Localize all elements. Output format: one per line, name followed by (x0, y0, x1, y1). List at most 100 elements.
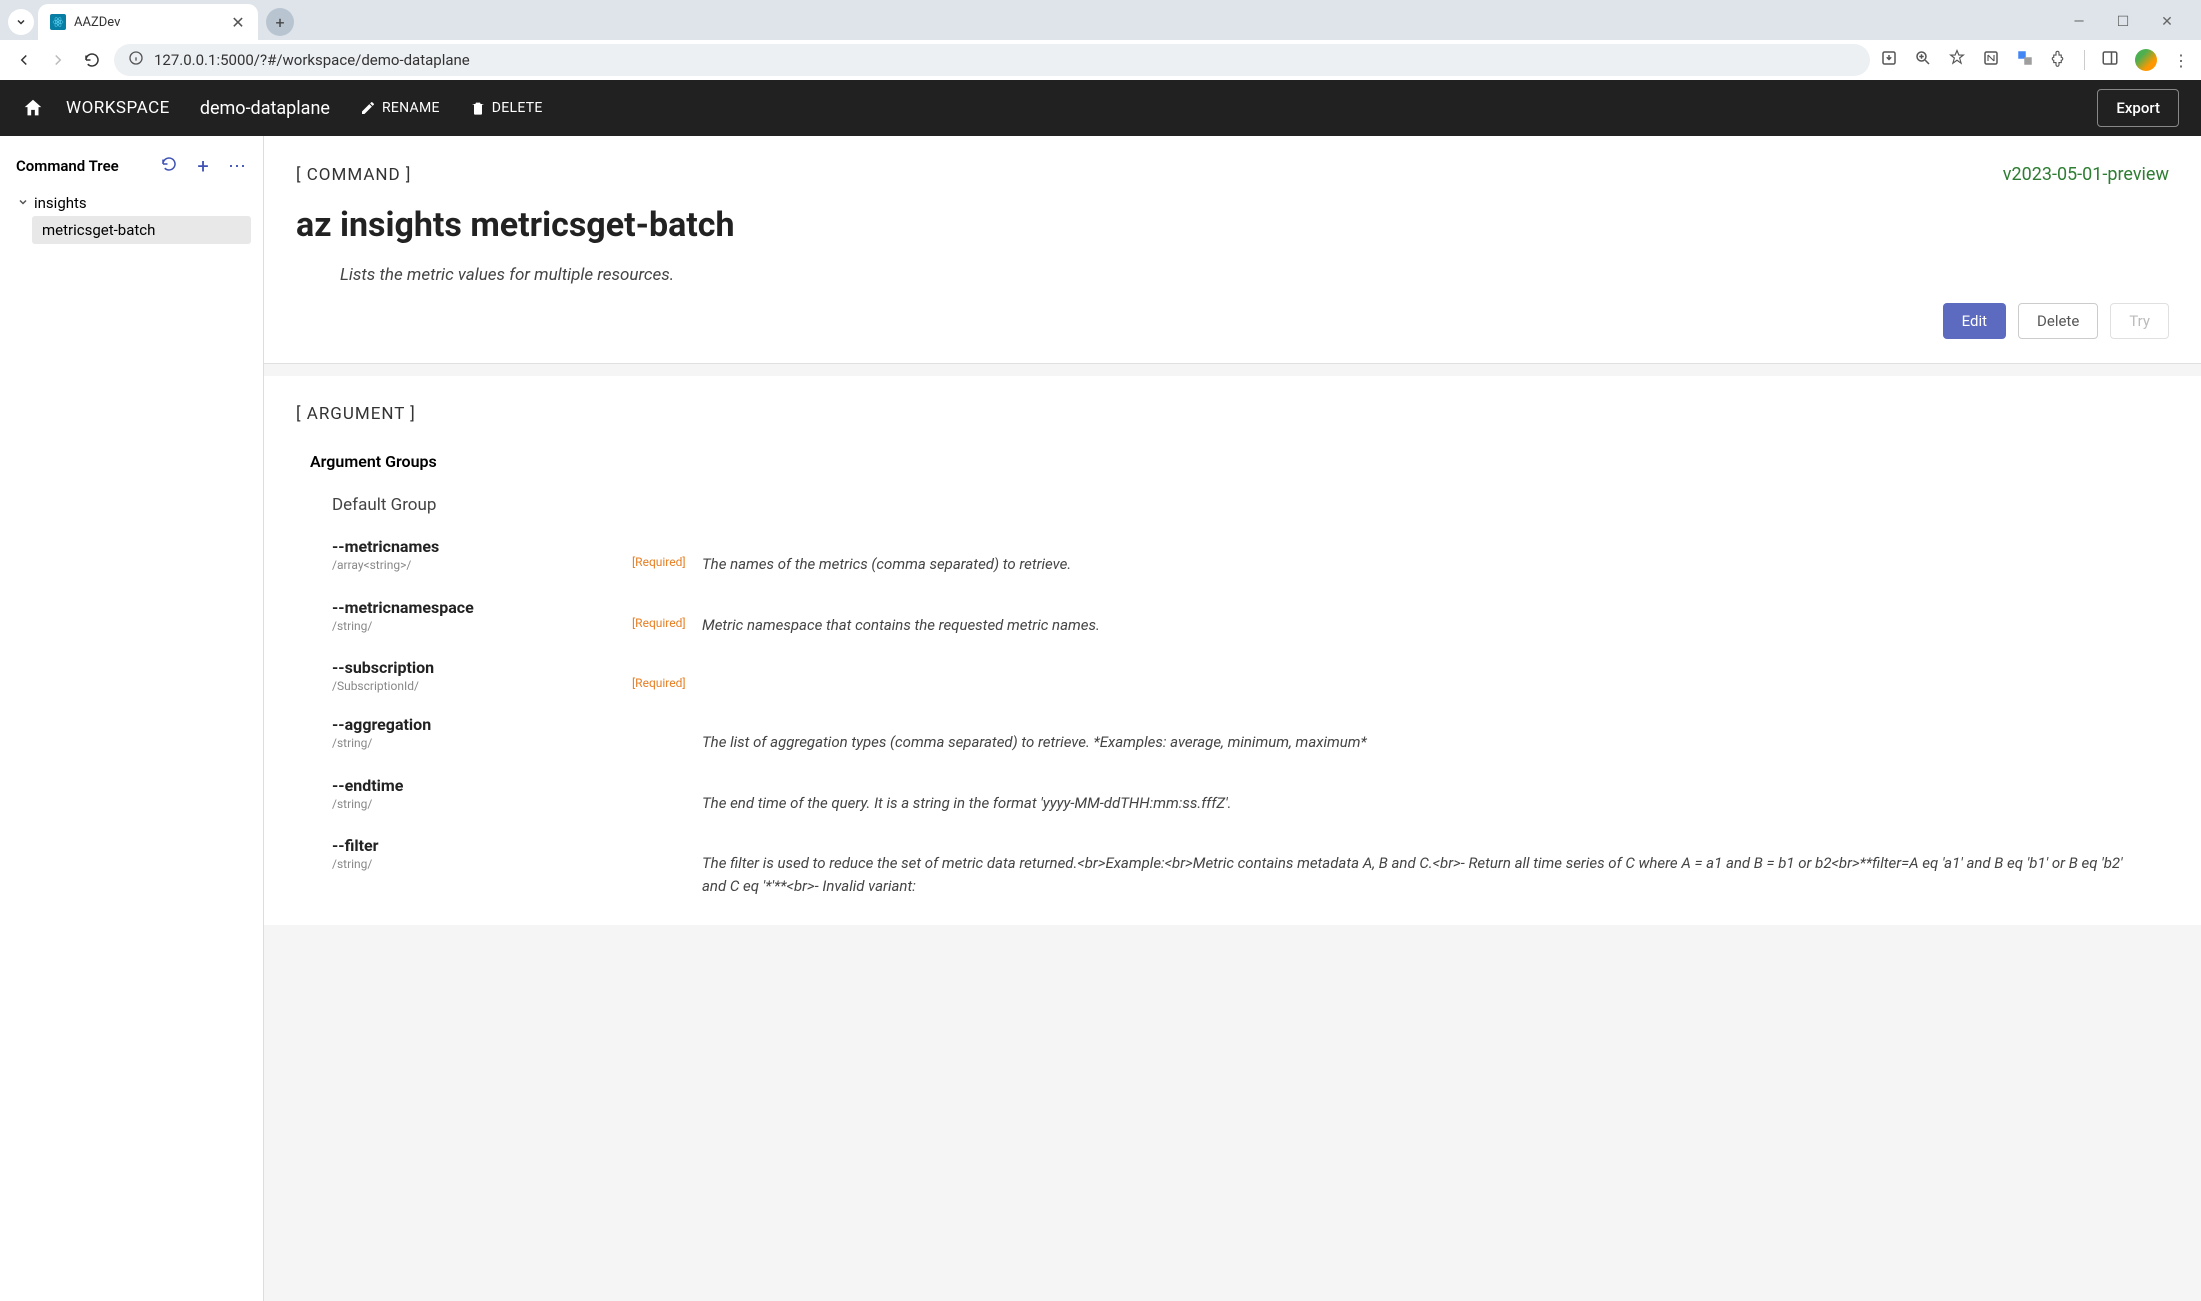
close-window-icon[interactable]: ✕ (2157, 14, 2177, 30)
forward-button[interactable] (46, 48, 70, 72)
home-icon[interactable] (22, 97, 44, 119)
argument-required-badge (632, 715, 702, 733)
command-tag: [ COMMAND ] (296, 165, 411, 185)
delete-label: DELETE (492, 100, 543, 116)
maximize-icon[interactable]: ☐ (2113, 14, 2133, 30)
tree-leaf-metricsget-batch[interactable]: metricsget-batch (32, 216, 251, 244)
site-info-icon[interactable] (128, 50, 144, 70)
argument-description (702, 658, 2169, 674)
reload-button[interactable] (80, 48, 104, 72)
sidebar-title: Command Tree (16, 157, 145, 175)
argument-left: --filter/string/ (332, 836, 632, 871)
rename-label: RENAME (382, 100, 440, 116)
zoom-icon[interactable] (1914, 49, 1932, 71)
notion-extension-icon[interactable] (1982, 49, 2000, 71)
argument-description: The filter is used to reduce the set of … (702, 836, 2169, 897)
new-tab-button[interactable]: + (266, 8, 294, 36)
argument-type: /string/ (332, 857, 632, 871)
tab-search-dropdown[interactable] (8, 9, 34, 35)
argument-description: The end time of the query. It is a strin… (702, 776, 2169, 815)
argument-name: --metricnames (332, 537, 632, 556)
argument-name: --filter (332, 836, 632, 855)
command-actions: Edit Delete Try (296, 303, 2169, 339)
minimize-icon[interactable]: — (2069, 14, 2089, 30)
argument-type: /SubscriptionId/ (332, 679, 632, 693)
argument-row: --metricnamespace/string/[Required]Metri… (296, 598, 2169, 637)
refresh-tree-icon[interactable] (159, 155, 179, 177)
argument-left: --subscription/SubscriptionId/ (332, 658, 632, 693)
tree-node-label: insights (34, 194, 87, 212)
argument-required-badge: [Required] (632, 658, 702, 690)
window-controls: — ☐ ✕ (2069, 14, 2193, 30)
argument-required-badge (632, 776, 702, 794)
argument-required-badge: [Required] (632, 598, 702, 630)
address-bar[interactable]: 127.0.0.1:5000/?#/workspace/demo-datapla… (114, 44, 1870, 76)
edit-button[interactable]: Edit (1943, 303, 2006, 339)
react-favicon (50, 14, 66, 30)
command-header-row: [ COMMAND ] v2023-05-01-preview (296, 164, 2169, 185)
chrome-menu-icon[interactable]: ⋮ (2173, 51, 2189, 70)
toolbar-separator (2084, 50, 2085, 70)
export-button[interactable]: Export (2097, 89, 2179, 127)
url-text: 127.0.0.1:5000/?#/workspace/demo-datapla… (154, 51, 470, 69)
app-header: WORKSPACE demo-dataplane RENAME DELETE E… (0, 80, 2201, 136)
argument-row: --metricnames/array<string>/[Required]Th… (296, 537, 2169, 576)
argument-left: --metricnamespace/string/ (332, 598, 632, 633)
version-tag: v2023-05-01-preview (2003, 164, 2169, 185)
chevron-down-icon (16, 194, 30, 212)
try-button: Try (2110, 303, 2169, 339)
argument-row: --subscription/SubscriptionId/[Required] (296, 658, 2169, 693)
argument-description: Metric namespace that contains the reque… (702, 598, 2169, 637)
argument-name: --metricnamespace (332, 598, 632, 617)
argument-left: --metricnames/array<string>/ (332, 537, 632, 572)
back-button[interactable] (12, 48, 36, 72)
main-layout: Command Tree + ⋯ insights metricsget-bat… (0, 136, 2201, 1301)
argument-name: --subscription (332, 658, 632, 677)
command-card: [ COMMAND ] v2023-05-01-preview az insig… (264, 136, 2201, 364)
argument-required-badge (632, 836, 702, 854)
argument-type: /string/ (332, 619, 632, 633)
translate-icon[interactable] (2016, 49, 2034, 71)
argument-description: The list of aggregation types (comma sep… (702, 715, 2169, 754)
argument-left: --endtime/string/ (332, 776, 632, 811)
extensions-icon[interactable] (2050, 49, 2068, 71)
argument-left: --aggregation/string/ (332, 715, 632, 750)
bookmark-icon[interactable] (1948, 49, 1966, 71)
browser-toolbar: 127.0.0.1:5000/?#/workspace/demo-datapla… (0, 40, 2201, 80)
sidebar-header: Command Tree + ⋯ (12, 154, 251, 178)
browser-tab[interactable]: AAZDev ✕ (38, 4, 258, 40)
content-area: [ COMMAND ] v2023-05-01-preview az insig… (264, 136, 2201, 1301)
install-app-icon[interactable] (1880, 49, 1898, 71)
profile-avatar[interactable] (2135, 49, 2157, 71)
toolbar-actions: ⋮ (1880, 49, 2189, 71)
tab-title: AAZDev (74, 15, 222, 30)
command-description: Lists the metric values for multiple res… (340, 265, 2169, 285)
group-name: Default Group (332, 495, 2169, 515)
workspace-name: demo-dataplane (200, 98, 330, 119)
argument-description: The names of the metrics (comma separate… (702, 537, 2169, 576)
argument-section: [ ARGUMENT ] Argument Groups Default Gro… (264, 376, 2201, 925)
argument-name: --aggregation (332, 715, 632, 734)
argument-row: --aggregation/string/The list of aggrega… (296, 715, 2169, 754)
tab-strip: AAZDev ✕ + — ☐ ✕ (0, 0, 2201, 40)
workspace-label: WORKSPACE (66, 98, 170, 118)
add-tree-icon[interactable]: + (193, 154, 213, 178)
more-tree-icon[interactable]: ⋯ (227, 156, 247, 177)
rename-button[interactable]: RENAME (360, 100, 440, 116)
command-title: az insights metricsget-batch (296, 205, 2169, 245)
argument-groups-title: Argument Groups (310, 452, 2169, 471)
argument-list: --metricnames/array<string>/[Required]Th… (296, 537, 2169, 897)
argument-row: --endtime/string/The end time of the que… (296, 776, 2169, 815)
sidepanel-icon[interactable] (2101, 49, 2119, 71)
argument-type: /string/ (332, 797, 632, 811)
delete-workspace-button[interactable]: DELETE (470, 100, 543, 116)
argument-type: /string/ (332, 736, 632, 750)
argument-tag: [ ARGUMENT ] (296, 404, 2169, 424)
tab-close-icon[interactable]: ✕ (230, 14, 246, 30)
argument-name: --endtime (332, 776, 632, 795)
tree-children: metricsget-batch (32, 216, 251, 244)
argument-required-badge: [Required] (632, 537, 702, 569)
delete-command-button[interactable]: Delete (2018, 303, 2098, 339)
argument-type: /array<string>/ (332, 558, 632, 572)
tree-node-insights[interactable]: insights (12, 190, 251, 216)
